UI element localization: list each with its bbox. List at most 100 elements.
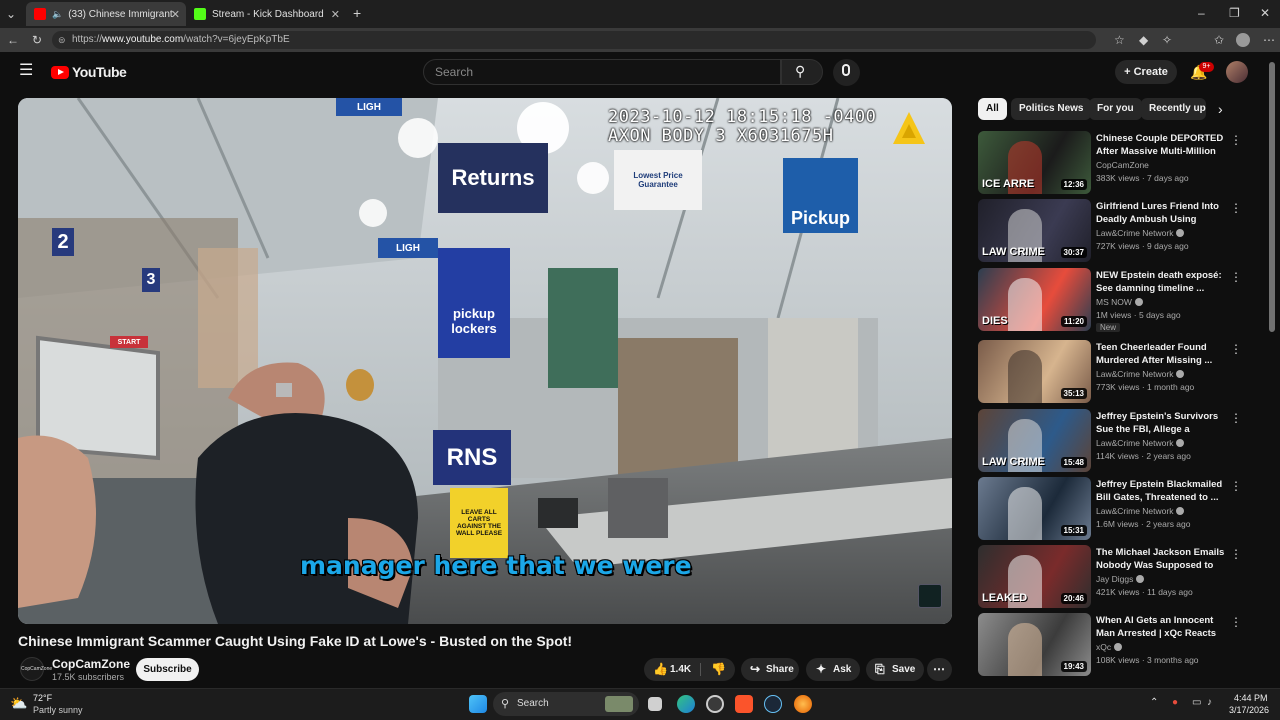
recommendation-channel[interactable]: MS NOW: [1096, 297, 1143, 307]
account-avatar[interactable]: [1226, 61, 1248, 83]
puzzle-icon[interactable]: ✧: [1162, 33, 1172, 47]
chip-politics-news[interactable]: Politics News: [1011, 98, 1092, 120]
back-icon[interactable]: ←: [7, 33, 19, 47]
video-thumbnail[interactable]: ICE ARRE 12:36: [978, 131, 1091, 194]
more-vert-icon[interactable]: ⋮: [1230, 133, 1242, 147]
recommendation-title[interactable]: Girlfriend Lures Friend Into Deadly Ambu…: [1096, 200, 1226, 226]
recommendation-title[interactable]: Teen Cheerleader Found Murdered After Mi…: [1096, 341, 1226, 367]
profile-icon[interactable]: [1236, 33, 1250, 47]
video-player[interactable]: Returns Pickup pickup lockers Lowest Pri…: [18, 98, 952, 624]
sign-start: START: [110, 336, 148, 348]
voice-search-button[interactable]: [833, 59, 860, 86]
close-tab-icon[interactable]: ✕: [331, 8, 340, 21]
minimize-icon[interactable]: –: [1198, 6, 1205, 20]
close-tab-icon[interactable]: ✕: [171, 8, 180, 21]
url-field[interactable]: ⊜ https://www.youtube.com/watch?v=6jeyEp…: [52, 31, 1096, 49]
recommendation-title[interactable]: NEW Epstein death exposé: See damning ti…: [1096, 269, 1226, 295]
recommendation-item[interactable]: LEAKED 20:46 The Michael Jackson Emails …: [978, 545, 1250, 609]
more-vert-icon[interactable]: ⋮: [1230, 201, 1242, 215]
more-actions-button[interactable]: ⋯: [927, 658, 952, 681]
volume-icon[interactable]: ♪: [1207, 697, 1212, 708]
recommendation-channel[interactable]: xQc: [1096, 642, 1123, 652]
firefox-icon[interactable]: [794, 695, 812, 713]
favorites-icon[interactable]: ✩: [1214, 33, 1224, 47]
recommendation-title[interactable]: When AI Gets an Innocent Man Arrested | …: [1096, 614, 1226, 640]
recommendation-item[interactable]: 19:43 When AI Gets an Innocent Man Arres…: [978, 613, 1250, 677]
weather-icon[interactable]: ⛅: [10, 695, 27, 712]
speaker-icon[interactable]: 🔈: [52, 9, 63, 20]
save-button[interactable]: ⎘ Save: [866, 658, 924, 681]
windows-start-icon[interactable]: [469, 695, 487, 713]
window-close-icon[interactable]: ✕: [1260, 6, 1270, 20]
edge-icon[interactable]: [677, 695, 695, 713]
more-vert-icon[interactable]: ⋮: [1230, 479, 1242, 493]
more-menu-icon[interactable]: ⋯: [1263, 33, 1275, 47]
video-thumbnail[interactable]: 15:31: [978, 477, 1091, 540]
scrollbar-thumb[interactable]: [1269, 62, 1275, 332]
more-vert-icon[interactable]: ⋮: [1230, 270, 1242, 284]
steam-icon[interactable]: [764, 695, 782, 713]
new-tab-icon[interactable]: +: [353, 6, 361, 20]
share-button[interactable]: ↪ Share: [741, 658, 799, 681]
more-vert-icon[interactable]: ⋮: [1230, 615, 1242, 629]
maximize-icon[interactable]: ❐: [1229, 6, 1240, 20]
video-thumbnail[interactable]: 35:13: [978, 340, 1091, 403]
recommendation-title[interactable]: Jeffrey Epstein's Survivors Sue the FBI,…: [1096, 410, 1226, 436]
chips-next-icon[interactable]: ›: [1218, 101, 1223, 117]
chip-all[interactable]: All: [978, 98, 1007, 120]
dislike-button[interactable]: 👎: [702, 658, 735, 681]
task-view-icon[interactable]: [648, 697, 662, 711]
site-info-icon[interactable]: ⊜: [58, 31, 66, 49]
create-button[interactable]: + Create: [1115, 60, 1177, 84]
video-thumbnail[interactable]: LAW CRIME 30:37: [978, 199, 1091, 262]
recommendation-channel[interactable]: Law&Crime Network: [1096, 506, 1185, 516]
recommendation-channel[interactable]: Law&Crime Network: [1096, 438, 1185, 448]
recommendation-item[interactable]: LAW CRIME 15:48 Jeffrey Epstein's Surviv…: [978, 409, 1250, 473]
recommendation-channel[interactable]: Law&Crime Network: [1096, 369, 1185, 379]
channel-watermark-icon: [918, 584, 942, 608]
recommendation-item[interactable]: ICE ARRE 12:36 Chinese Couple DEPORTED A…: [978, 131, 1250, 195]
recommendation-item[interactable]: LAW CRIME 30:37 Girlfriend Lures Friend …: [978, 199, 1250, 263]
ask-button[interactable]: ✦ Ask: [806, 658, 860, 681]
recommendation-meta: 108K views · 3 months ago: [1096, 655, 1199, 665]
recommendation-channel[interactable]: Law&Crime Network: [1096, 228, 1185, 238]
tray-overflow-icon[interactable]: ⌃: [1150, 697, 1158, 708]
channel-avatar[interactable]: CopCamZone: [20, 657, 52, 681]
network-icon[interactable]: ▭: [1192, 697, 1201, 708]
youtube-logo[interactable]: YouTube: [51, 64, 127, 80]
subscribe-button[interactable]: Subscribe: [136, 658, 199, 681]
recommendation-channel[interactable]: CopCamZone: [1096, 160, 1149, 170]
recommendation-title[interactable]: The Michael Jackson Emails Nobody Was Su…: [1096, 546, 1226, 572]
tab-youtube[interactable]: 🔈 (33) Chinese Immigrant Scam ✕: [26, 2, 186, 26]
brave-icon[interactable]: [735, 695, 753, 713]
app-icon[interactable]: [706, 695, 724, 713]
search-button[interactable]: ⚲: [781, 59, 823, 85]
search-highlight-icon: [605, 696, 633, 712]
video-thumbnail[interactable]: LEAKED 20:46: [978, 545, 1091, 608]
more-vert-icon[interactable]: ⋮: [1230, 411, 1242, 425]
video-thumbnail[interactable]: DIES 11:20: [978, 268, 1091, 331]
recommendation-item[interactable]: 35:13 Teen Cheerleader Found Murdered Af…: [978, 340, 1250, 404]
recommendation-title[interactable]: Chinese Couple DEPORTED After Massive Mu…: [1096, 132, 1226, 158]
recommendation-title[interactable]: Jeffrey Epstein Blackmailed Bill Gates, …: [1096, 478, 1226, 504]
search-input[interactable]: Search: [423, 59, 781, 85]
chip-for-you[interactable]: For you: [1089, 98, 1142, 120]
video-thumbnail[interactable]: LAW CRIME 15:48: [978, 409, 1091, 472]
hamburger-menu-icon[interactable]: ☰: [19, 63, 33, 79]
reload-icon[interactable]: ↻: [32, 33, 42, 47]
recommendation-channel[interactable]: Jay Diggs: [1096, 574, 1145, 584]
microphone-tray-icon[interactable]: ●: [1172, 697, 1178, 708]
more-vert-icon[interactable]: ⋮: [1230, 342, 1242, 356]
channel-name[interactable]: CopCamZone: [52, 657, 130, 671]
taskbar-search[interactable]: ⚲ Search: [493, 692, 639, 716]
tab-list-icon[interactable]: ⌄: [6, 7, 16, 21]
recommendation-item[interactable]: 15:31 Jeffrey Epstein Blackmailed Bill G…: [978, 477, 1250, 541]
chip-recently-uploaded[interactable]: Recently uploaded: [1141, 98, 1206, 120]
video-thumbnail[interactable]: 19:43: [978, 613, 1091, 676]
extension-icon[interactable]: ◆: [1139, 33, 1148, 47]
more-vert-icon[interactable]: ⋮: [1230, 547, 1242, 561]
recommendation-item[interactable]: DIES 11:20 NEW Epstein death exposé: See…: [978, 268, 1250, 332]
tab-kick[interactable]: Stream - Kick Dashboard ✕: [186, 2, 346, 26]
like-button[interactable]: 👍 1.4K: [644, 658, 699, 681]
bookmark-star-icon[interactable]: ☆: [1114, 33, 1125, 47]
